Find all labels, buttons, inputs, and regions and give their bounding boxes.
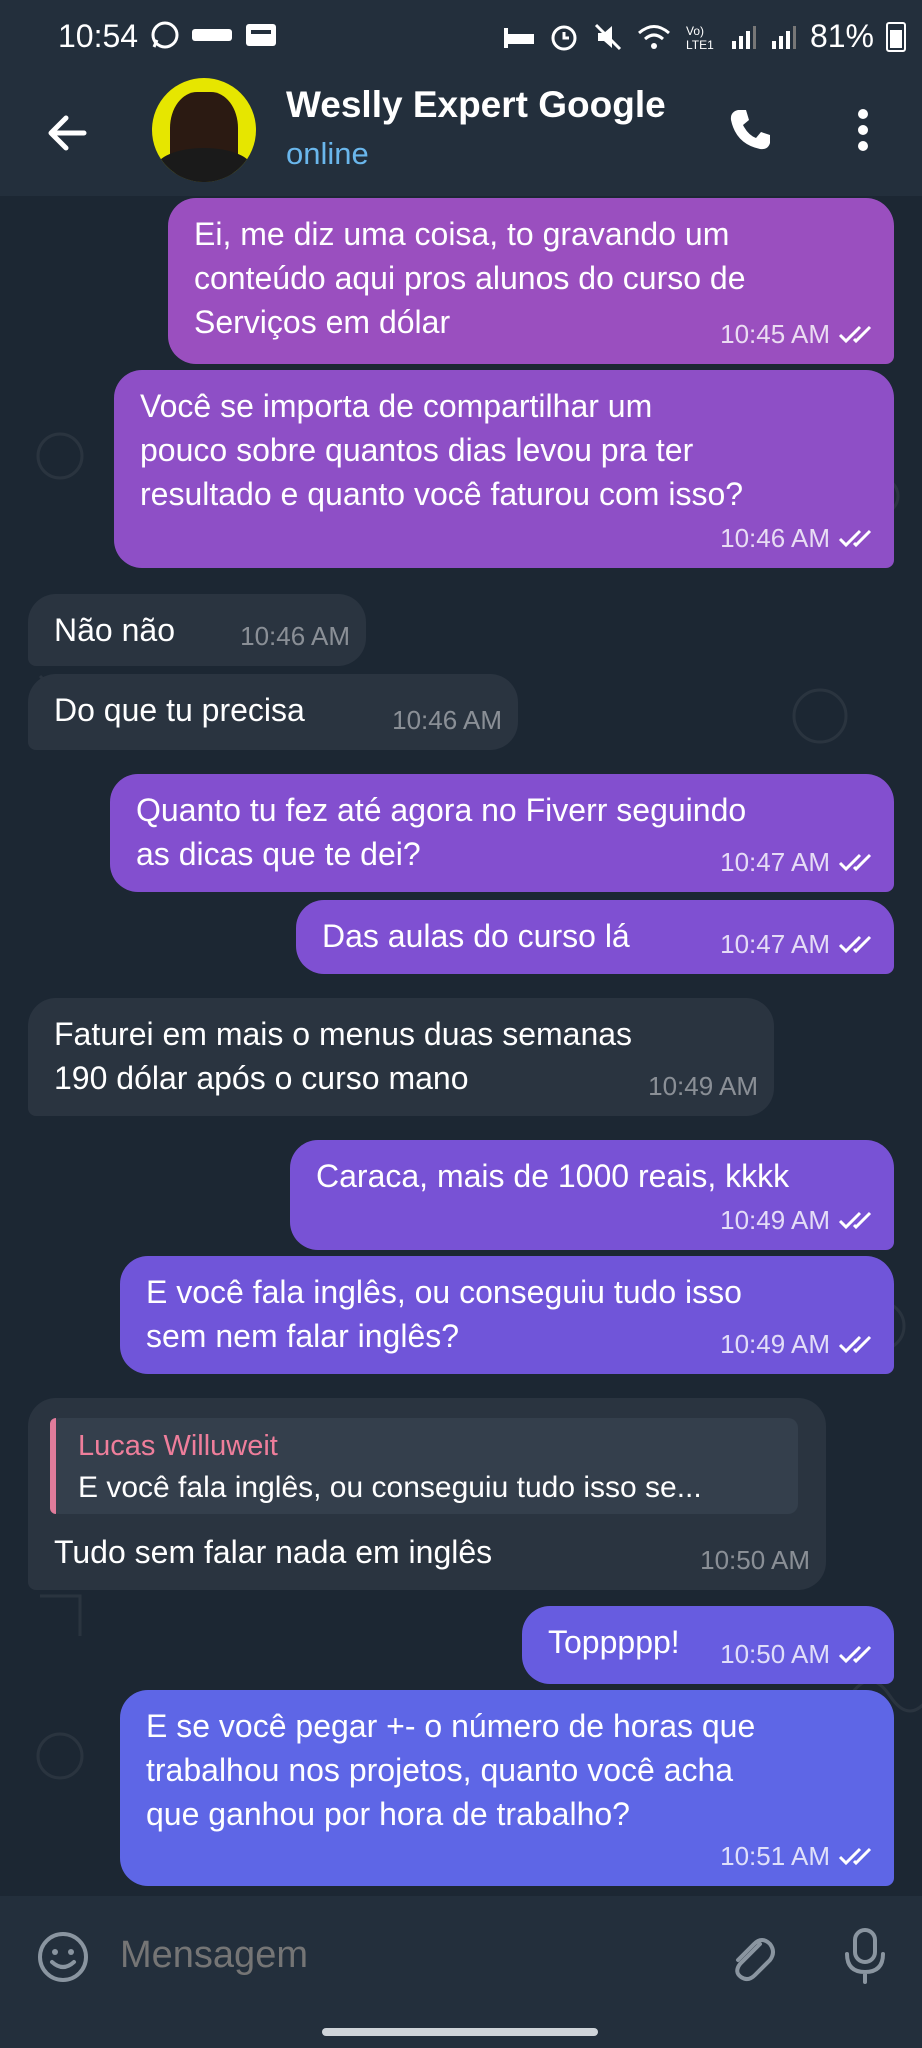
message-text: sem nem falar inglês?	[146, 1318, 460, 1354]
message-time: 10:45 AM	[720, 319, 830, 349]
message-text: que ganhou por hora de trabalho?	[146, 1796, 630, 1832]
reply-quote[interactable]: Lucas Willuweit E você fala inglês, ou c…	[50, 1418, 798, 1514]
home-indicator[interactable]	[322, 2028, 598, 2036]
message-incoming-reply[interactable]: Lucas Willuweit E você fala inglês, ou c…	[28, 1398, 826, 1590]
message-outgoing[interactable]: E você fala inglês, ou conseguiu tudo is…	[120, 1256, 894, 1374]
status-time: 10:54	[58, 18, 139, 54]
signal-icon	[731, 25, 756, 49]
message-text: Do que tu precisa	[54, 692, 305, 728]
message-outgoing[interactable]: Caraca, mais de 1000 reais, kkkk 10:49 A…	[290, 1140, 894, 1250]
wifi-icon	[637, 24, 670, 49]
double-check-icon	[838, 1211, 872, 1230]
notification-icon	[246, 24, 276, 46]
ifood-icon	[192, 29, 232, 41]
message-outgoing[interactable]: Das aulas do curso lá 10:47 AM	[296, 900, 894, 974]
svg-text:LTE1: LTE1	[686, 38, 714, 52]
emoji-icon[interactable]	[36, 1930, 90, 1984]
message-text: pouco sobre quantos dias levou pra ter	[140, 432, 694, 468]
message-input[interactable]	[118, 1924, 682, 1986]
message-time: 10:47 AM	[720, 929, 830, 959]
message-text: Quanto tu fez até agora no Fiverr seguin…	[136, 792, 747, 828]
gesture-nav-area	[0, 2008, 922, 2048]
contact-status: online	[286, 136, 369, 171]
status-bar: 10:54 Vo) LTE1 81%	[0, 0, 922, 78]
message-outgoing[interactable]: Toppppp! 10:50 AM	[522, 1606, 894, 1684]
message-text: Não não	[54, 612, 175, 648]
message-time: 10:49 AM	[720, 1205, 830, 1235]
message-text: resultado e quanto você faturou com isso…	[140, 476, 744, 512]
message-text: Das aulas do curso lá	[322, 918, 630, 954]
message-text: E você fala inglês, ou conseguiu tudo is…	[146, 1274, 742, 1310]
microphone-icon[interactable]	[838, 1926, 892, 1986]
message-incoming[interactable]: Do que tu precisa 10:46 AM	[28, 674, 518, 750]
avatar[interactable]	[152, 78, 256, 182]
mute-icon	[594, 23, 622, 50]
signal-icon	[771, 25, 796, 49]
message-text: Toppppp!	[548, 1624, 680, 1660]
message-text: Você se importa de compartilhar um	[140, 388, 653, 424]
message-time: 10:46 AM	[240, 621, 350, 651]
message-outgoing[interactable]: Você se importa de compartilhar um pouco…	[114, 370, 894, 568]
message-incoming[interactable]: Não não 10:46 AM	[28, 594, 366, 666]
more-options-icon[interactable]	[848, 104, 878, 156]
double-check-icon	[838, 529, 872, 548]
message-incoming[interactable]: Faturei em mais o menus duas semanas 190…	[28, 998, 774, 1116]
chat-area[interactable]: Ei, me diz uma coisa, to gravando um con…	[0, 196, 922, 1896]
volte-icon: Vo)LTE1	[686, 24, 714, 52]
message-text: conteúdo aqui pros alunos do curso de	[194, 260, 746, 296]
double-check-icon	[838, 1847, 872, 1866]
message-outgoing[interactable]: E se você pegar +- o número de horas que…	[120, 1690, 894, 1886]
message-time: 10:47 AM	[720, 847, 830, 877]
phone-icon[interactable]	[724, 104, 776, 156]
message-text: Tudo sem falar nada em inglês	[54, 1534, 493, 1570]
attach-icon[interactable]	[724, 1930, 778, 1984]
double-check-icon	[838, 935, 872, 954]
message-text: trabalhou nos projetos, quanto você acha	[146, 1752, 734, 1788]
message-outgoing[interactable]: Ei, me diz uma coisa, to gravando um con…	[168, 198, 894, 364]
reply-author: Lucas Willuweit	[78, 1430, 278, 1462]
back-arrow-icon[interactable]	[42, 108, 92, 158]
message-text: 190 dólar após o curso mano	[54, 1060, 469, 1096]
chat-header: Weslly Expert Google online	[0, 78, 922, 196]
message-text: as dicas que te dei?	[136, 836, 421, 872]
reply-text: E você fala inglês, ou conseguiu tudo is…	[78, 1471, 702, 1504]
message-text: Caraca, mais de 1000 reais, kkkk	[316, 1158, 790, 1194]
message-time: 10:49 AM	[648, 1071, 758, 1101]
message-time: 10:49 AM	[720, 1329, 830, 1359]
message-time: 10:46 AM	[720, 523, 830, 553]
battery-percent: 81%	[809, 18, 874, 54]
svg-text:Vo): Vo)	[686, 24, 704, 38]
message-text: Faturei em mais o menus duas semanas	[54, 1016, 633, 1052]
double-check-icon	[838, 853, 872, 872]
double-check-icon	[838, 1335, 872, 1354]
battery-icon	[886, 21, 906, 52]
message-text: Serviços em dólar	[194, 304, 451, 340]
contact-name[interactable]: Weslly Expert Google	[286, 84, 696, 126]
message-time: 10:51 AM	[720, 1841, 830, 1871]
message-time: 10:50 AM	[720, 1639, 830, 1669]
message-outgoing[interactable]: Quanto tu fez até agora no Fiverr seguin…	[110, 774, 894, 892]
whatsapp-icon	[151, 21, 179, 49]
message-text: E se você pegar +- o número de horas que	[146, 1708, 756, 1744]
message-input-bar	[0, 1896, 922, 2008]
bed-icon	[503, 27, 534, 48]
alarm-icon	[551, 25, 577, 50]
message-time: 10:50 AM	[700, 1545, 810, 1575]
double-check-icon	[838, 325, 872, 344]
message-text: Ei, me diz uma coisa, to gravando um	[194, 216, 730, 252]
double-check-icon	[838, 1645, 872, 1664]
message-time: 10:46 AM	[392, 705, 502, 735]
